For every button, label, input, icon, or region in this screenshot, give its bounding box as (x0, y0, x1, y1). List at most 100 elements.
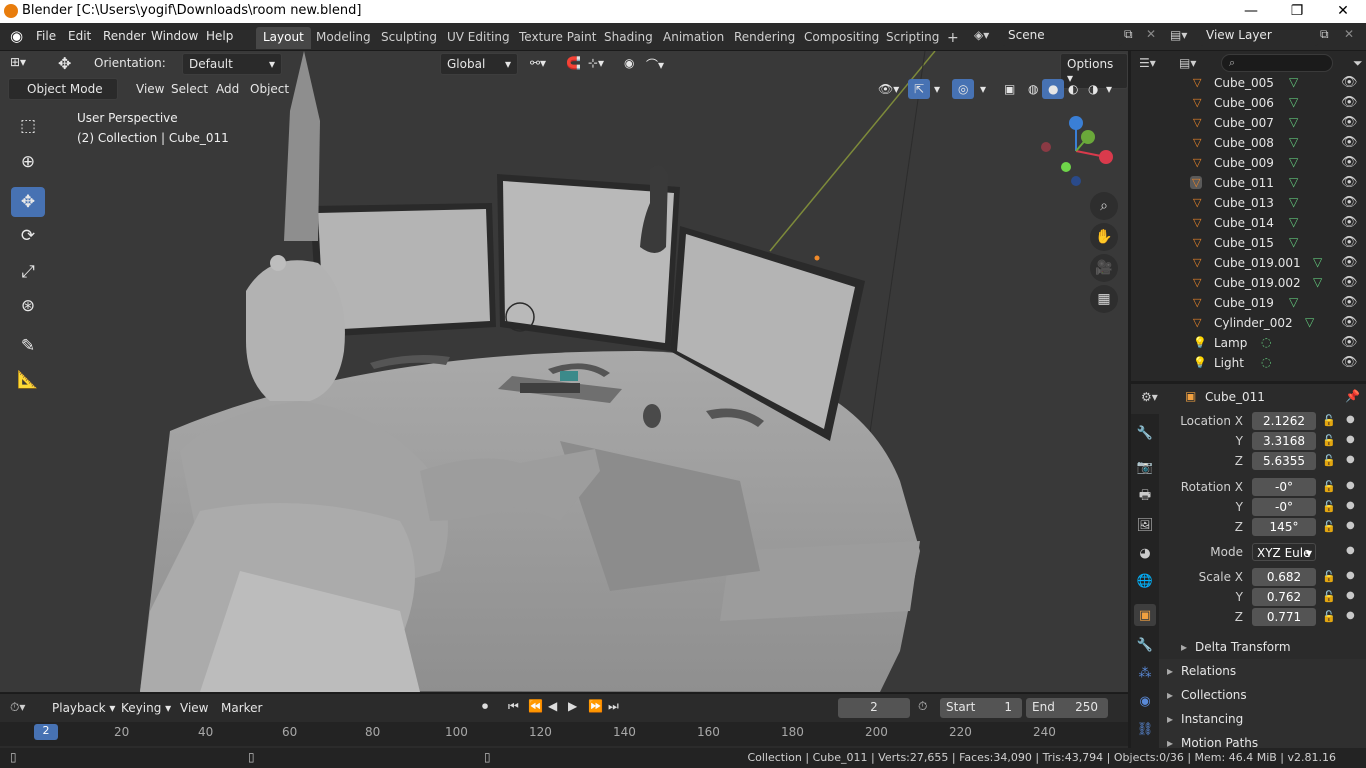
keyframe-dot-icon[interactable]: ● (1346, 414, 1355, 425)
list-item[interactable]: ▽ Cube_006 ▽ 👁 (1131, 93, 1366, 113)
list-item[interactable]: ▽ Cube_009 ▽ 👁 (1131, 153, 1366, 173)
eye-icon[interactable]: 👁 (1341, 295, 1358, 310)
zoom-icon[interactable]: ⌕ (1090, 192, 1118, 220)
list-item[interactable]: ▽ Cube_019 ▽ 👁 (1131, 293, 1366, 313)
keyframe-dot-icon[interactable]: ● (1346, 570, 1355, 581)
mesh-data-icon[interactable]: ▽ (1289, 195, 1298, 209)
section-instancing[interactable]: ▸ Instancing (1167, 712, 1243, 726)
falloff-icon[interactable]: ⌒▾ (640, 53, 670, 76)
close-button[interactable]: ✕ (1320, 0, 1366, 23)
minimize-button[interactable]: — (1228, 0, 1274, 23)
blender-menu-icon[interactable]: ◉ (10, 27, 23, 45)
keyframe-dot-icon[interactable]: ● (1346, 545, 1355, 556)
object-mode-dropdown[interactable]: Object Mode (8, 78, 118, 100)
menu-window[interactable]: Window (151, 29, 198, 43)
rotation-z-field[interactable]: 145° (1252, 518, 1316, 536)
list-item[interactable]: 💡 Lamp ◌ 👁 (1131, 333, 1366, 353)
output-tab-icon[interactable]: 🖶 (1134, 486, 1156, 508)
outliner-editor-icon[interactable]: ☰▾ (1139, 56, 1156, 70)
mesh-data-icon[interactable]: ▽ (1289, 235, 1298, 249)
perspective-toggle-icon[interactable]: ▦ (1090, 285, 1118, 313)
world-tab-icon[interactable]: 🌐 (1134, 570, 1156, 592)
prev-keyframe-icon[interactable]: ⏪ (528, 699, 543, 713)
menu-object[interactable]: Object (244, 79, 295, 99)
mesh-data-icon[interactable]: ▽ (1289, 115, 1298, 129)
tab-layout[interactable]: Layout (256, 27, 311, 49)
orientation-dropdown[interactable]: Default ▾ (182, 53, 282, 75)
lock-icon[interactable]: 🔓 (1322, 570, 1336, 583)
light-data-icon[interactable]: ◌ (1261, 355, 1271, 369)
transform-tool-icon[interactable]: ⊛ (11, 291, 45, 321)
transform-orientation-dropdown[interactable]: Global ▾ (440, 53, 518, 75)
mesh-data-icon[interactable]: ▽ (1289, 295, 1298, 309)
object-tab-icon[interactable]: ▣ (1134, 604, 1156, 626)
current-frame-field[interactable]: 2 (838, 698, 910, 718)
cursor-tool-icon[interactable]: ⊕ (11, 147, 45, 177)
particles-tab-icon[interactable]: ⁂ (1134, 662, 1156, 684)
properties-editor-icon[interactable]: ⚙▾ (1141, 390, 1158, 404)
eye-icon[interactable]: 👁 (1341, 315, 1358, 330)
keyframe-dot-icon[interactable]: ● (1346, 434, 1355, 445)
list-item-selected[interactable]: ▽ Cube_011 ▽ 👁 (1131, 173, 1366, 193)
physics-tab-icon[interactable]: ◉ (1134, 690, 1156, 712)
gizmo-toggle-icon[interactable]: ⇱ (908, 79, 931, 99)
menu-edit[interactable]: Edit (68, 29, 91, 43)
rotation-x-field[interactable]: -0° (1252, 478, 1316, 496)
jump-end-icon[interactable]: ⏭ (608, 699, 619, 714)
tool-tab-icon[interactable]: 🔧 (1134, 422, 1156, 444)
tab-texture-paint[interactable]: Texture Paint (512, 27, 603, 49)
select-box-tool-icon[interactable]: ⬚ (11, 111, 45, 141)
menu-keying[interactable]: Keying ▾ (121, 701, 171, 715)
eye-icon[interactable]: 👁 (1341, 155, 1358, 170)
object-name-label[interactable]: Cube_011 (1205, 390, 1265, 404)
light-data-icon[interactable]: ◌ (1261, 335, 1271, 349)
new-view-layer-icon[interactable]: ⧉ (1320, 27, 1329, 42)
tab-shading[interactable]: Shading (597, 27, 660, 49)
playhead-marker[interactable]: 2 (34, 724, 58, 740)
menu-render[interactable]: Render (103, 29, 146, 43)
tab-rendering[interactable]: Rendering (727, 27, 802, 49)
lock-icon[interactable]: 🔓 (1322, 590, 1336, 603)
editor-type-icon[interactable]: ⊞▾ (4, 52, 32, 72)
scale-x-field[interactable]: 0.682 (1252, 568, 1316, 586)
list-item[interactable]: 💡 Light ◌ 👁 (1131, 353, 1366, 373)
tab-sculpting[interactable]: Sculpting (374, 27, 444, 49)
eye-icon[interactable]: 👁 (1341, 95, 1358, 110)
render-tab-icon[interactable]: 📷 (1134, 456, 1156, 478)
mesh-data-icon[interactable]: ▽ (1305, 315, 1314, 329)
menu-playback[interactable]: Playback ▾ (52, 701, 115, 715)
menu-file[interactable]: File (36, 29, 56, 43)
overlay-toggle-icon[interactable]: ◎ (952, 79, 975, 99)
mesh-data-icon[interactable]: ▽ (1289, 175, 1298, 189)
eye-icon[interactable]: 👁 (1341, 75, 1358, 90)
lock-icon[interactable]: 🔓 (1322, 434, 1336, 447)
pin-icon[interactable]: 📌 (1345, 389, 1360, 403)
list-item[interactable]: ▽ Cube_014 ▽ 👁 (1131, 213, 1366, 233)
tab-scripting[interactable]: Scripting (879, 27, 946, 49)
view-layer-tab-icon[interactable]: 🖼 (1134, 514, 1156, 536)
lock-icon[interactable]: 🔓 (1322, 500, 1336, 513)
overlay-menu-icon[interactable]: ▾ (974, 79, 992, 99)
keyframe-dot-icon[interactable]: ● (1346, 610, 1355, 621)
play-reverse-icon[interactable]: ◀ (548, 699, 557, 713)
add-workspace-button[interactable]: + (940, 27, 966, 49)
mesh-data-icon[interactable]: ▽ (1289, 95, 1298, 109)
pivot-point-icon[interactable]: ⚯▾ (524, 53, 552, 73)
timeline-editor-icon[interactable]: ⏱▾ (10, 700, 25, 715)
keyframe-dot-icon[interactable]: ● (1346, 590, 1355, 601)
maximize-button[interactable]: ❐ (1274, 0, 1320, 23)
3d-viewport[interactable]: ⊞▾ ✥ Orientation: Default ▾ Global ▾ ⚯▾ 🧲 … (0, 51, 1128, 692)
camera-view-icon[interactable]: 🎥 (1090, 254, 1118, 282)
mesh-data-icon[interactable]: ▽ (1313, 255, 1322, 269)
tab-compositing[interactable]: Compositing (797, 27, 886, 49)
list-item[interactable]: ▽ Cube_019.001 ▽ 👁 (1131, 253, 1366, 273)
keyframe-dot-icon[interactable]: ● (1346, 480, 1355, 491)
list-item[interactable]: ▽ Cube_019.002 ▽ 👁 (1131, 273, 1366, 293)
mesh-data-icon[interactable]: ▽ (1289, 215, 1298, 229)
navigation-gizmo[interactable] (1030, 113, 1120, 193)
lock-icon[interactable]: 🔓 (1322, 520, 1336, 533)
mesh-data-icon[interactable]: ▽ (1289, 155, 1298, 169)
menu-marker[interactable]: Marker (221, 701, 262, 715)
scale-y-field[interactable]: 0.762 (1252, 588, 1316, 606)
modifier-tab-icon[interactable]: 🔧 (1134, 634, 1156, 656)
